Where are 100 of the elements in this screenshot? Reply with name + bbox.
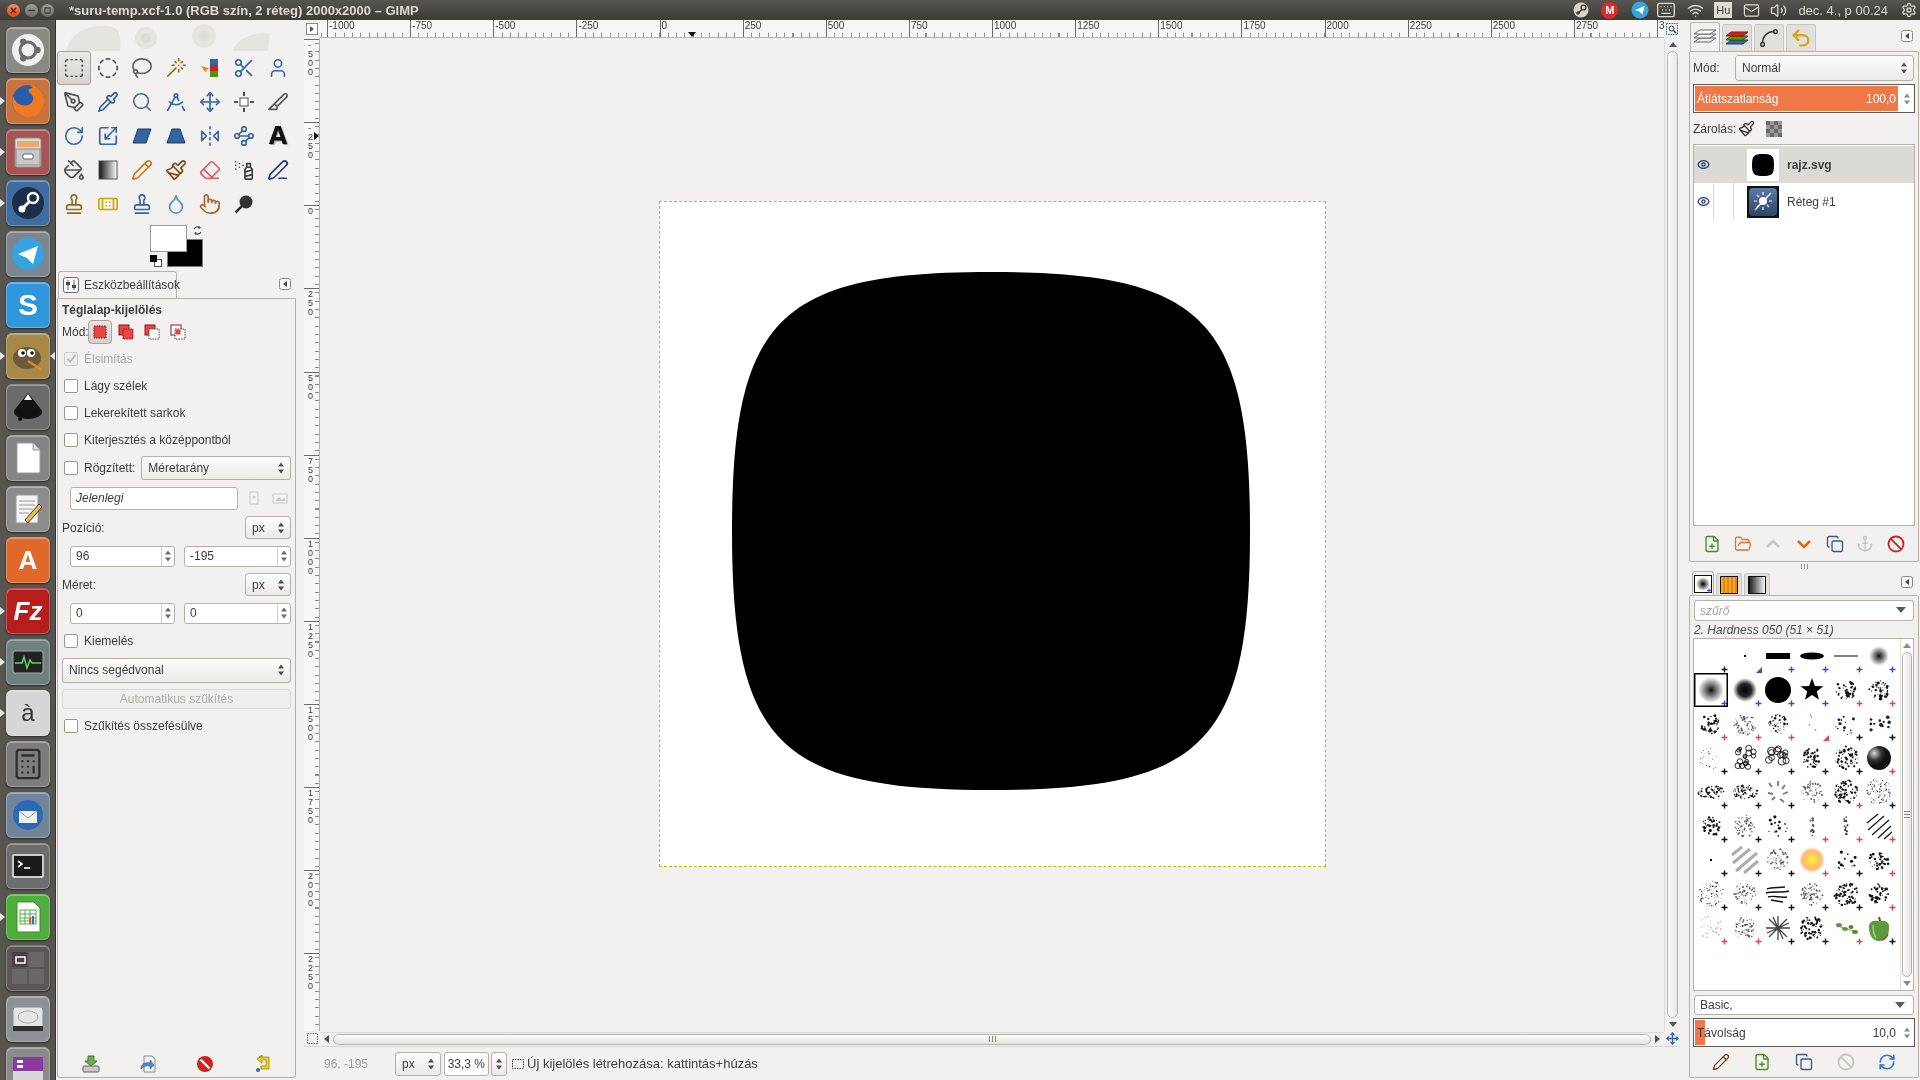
text-field[interactable]: Jelenlegi xyxy=(70,486,238,510)
envelope-icon xyxy=(11,798,45,832)
panel-menu-icon[interactable] xyxy=(1901,576,1913,588)
dock-tab[interactable] xyxy=(1754,24,1784,51)
piston-logo-icon[interactable] xyxy=(1573,2,1590,18)
launcher-button[interactable]: à xyxy=(6,690,50,736)
vertical-scrollbar[interactable] xyxy=(1664,38,1680,1031)
panel-menu-icon[interactable] xyxy=(279,278,291,290)
launcher-button[interactable] xyxy=(6,486,50,532)
number-field[interactable]: 0 xyxy=(184,602,291,624)
ruler-label: 0 xyxy=(304,205,319,217)
number-field[interactable]: 0 xyxy=(70,602,175,624)
clock[interactable]: dec. 4., p 00.24 xyxy=(1798,3,1888,17)
unit-dropdown[interactable]: px xyxy=(245,516,291,539)
ratio-dropdown[interactable]: Méretarány xyxy=(141,456,291,480)
number-field[interactable]: -195 xyxy=(184,545,291,567)
cutout-square-icon xyxy=(144,324,160,340)
selection-icon xyxy=(512,1057,524,1070)
up-arrow-icon[interactable] xyxy=(1903,643,1912,648)
down-arrow-icon[interactable] xyxy=(1903,981,1912,986)
eye-icon[interactable] xyxy=(1697,195,1710,208)
checkbox[interactable] xyxy=(64,633,78,648)
checkerboard-icon[interactable] xyxy=(1766,120,1782,137)
maximize-button[interactable] xyxy=(41,3,54,17)
download-drive-icon[interactable] xyxy=(81,1055,100,1073)
keyboard-icon[interactable] xyxy=(1656,0,1677,20)
paper-plane-icon[interactable] xyxy=(1631,1,1650,19)
minimize-button[interactable] xyxy=(25,3,38,17)
zoom-menu-button[interactable] xyxy=(491,1051,507,1076)
right-arrow-icon[interactable] xyxy=(1655,1035,1660,1043)
unit-dropdown[interactable]: px xyxy=(395,1051,441,1076)
dock-tab[interactable] xyxy=(1716,573,1742,595)
checkbox[interactable] xyxy=(64,405,78,420)
mail-icon[interactable] xyxy=(1743,1,1761,19)
launcher-button[interactable]: Fz xyxy=(6,588,50,634)
tool-button[interactable] xyxy=(57,51,91,85)
zoom-fit-icon[interactable] xyxy=(1666,23,1678,35)
folder-icon[interactable] xyxy=(1733,534,1752,553)
filter-field[interactable]: szűrő xyxy=(1694,600,1914,621)
close-button[interactable] xyxy=(7,3,20,17)
checkbox[interactable] xyxy=(64,718,78,733)
launcher-button[interactable] xyxy=(6,180,50,226)
left-arrow-icon[interactable] xyxy=(324,1035,329,1043)
launcher-button[interactable] xyxy=(6,945,50,991)
grip-lines-icon[interactable] xyxy=(1800,564,1808,569)
panel-menu-icon[interactable] xyxy=(1901,30,1913,42)
refresh-icon[interactable] xyxy=(1878,1053,1897,1071)
document-arrow-icon[interactable] xyxy=(138,1055,157,1073)
launcher-button[interactable] xyxy=(6,384,50,430)
paintbrush-icon[interactable] xyxy=(1738,120,1755,137)
navigate-arrows-icon[interactable] xyxy=(1665,1032,1679,1045)
launcher-button[interactable] xyxy=(6,996,50,1042)
color-swatches-icon[interactable] xyxy=(150,225,203,267)
checkbox[interactable] xyxy=(64,432,78,447)
launcher-button[interactable] xyxy=(6,1047,50,1080)
keyboard-layout-indicator[interactable]: Hu xyxy=(1714,2,1733,18)
new-page-icon[interactable] xyxy=(1753,1053,1772,1071)
launcher-button[interactable] xyxy=(6,843,50,889)
up-arrow-icon[interactable] xyxy=(1668,42,1677,47)
grip-lines-icon xyxy=(988,1036,996,1042)
preset-dropdown[interactable]: Basic, xyxy=(1694,995,1914,1015)
paintbrush-icon xyxy=(165,159,187,181)
launcher-button[interactable] xyxy=(6,639,50,685)
speaker-icon[interactable] xyxy=(1770,1,1788,19)
no-entry-icon[interactable] xyxy=(196,1055,215,1073)
duplicate-icon[interactable] xyxy=(1795,1053,1813,1071)
ring-logo-icon xyxy=(11,33,45,67)
dock-tab[interactable] xyxy=(1744,573,1770,595)
new-page-icon[interactable] xyxy=(1703,534,1722,553)
vertical-scrollbar[interactable] xyxy=(1900,639,1913,990)
letter-badge[interactable]: M xyxy=(1601,1,1619,19)
no-entry-icon[interactable] xyxy=(1886,534,1905,553)
dock-tab[interactable] xyxy=(1722,24,1752,51)
duplicate-icon[interactable] xyxy=(1825,534,1844,553)
zoom-field[interactable]: 33,3 % xyxy=(444,1051,489,1076)
rectangle-select-icon xyxy=(63,57,85,79)
return-arrow-icon[interactable] xyxy=(253,1055,272,1073)
stepper-arrows-icon xyxy=(427,1056,435,1071)
eye-icon[interactable] xyxy=(1697,158,1710,171)
mode-dropdown[interactable]: Normál xyxy=(1735,55,1914,81)
number-field[interactable]: 96 xyxy=(70,545,175,567)
guides-dropdown[interactable]: Nincs segédvonal xyxy=(62,657,291,683)
down-arrow-icon[interactable] xyxy=(1668,1022,1677,1027)
mode-button[interactable] xyxy=(88,320,112,344)
scrollbar-thumb[interactable] xyxy=(1667,51,1678,1018)
pointer-marker-icon xyxy=(688,32,696,37)
unit-dropdown[interactable]: px xyxy=(245,573,291,596)
scrollbar-thumb[interactable] xyxy=(1902,652,1913,977)
pencil-icon[interactable] xyxy=(1711,1053,1730,1071)
ruler-label: 1000 xyxy=(304,537,319,576)
tool-button[interactable]: A xyxy=(261,119,295,153)
checkbox[interactable] xyxy=(64,378,78,393)
checkbox[interactable] xyxy=(64,461,78,475)
layer-row[interactable]: rajz.svg xyxy=(1694,146,1914,183)
dock-tab[interactable] xyxy=(1692,571,1714,595)
launcher-button[interactable] xyxy=(6,333,50,379)
settings-icon[interactable] xyxy=(1901,2,1917,18)
ruler-label: 750 xyxy=(304,454,319,484)
dashed-square-icon[interactable] xyxy=(306,1033,318,1044)
soft-round-brush-icon[interactable] xyxy=(1694,673,1728,707)
